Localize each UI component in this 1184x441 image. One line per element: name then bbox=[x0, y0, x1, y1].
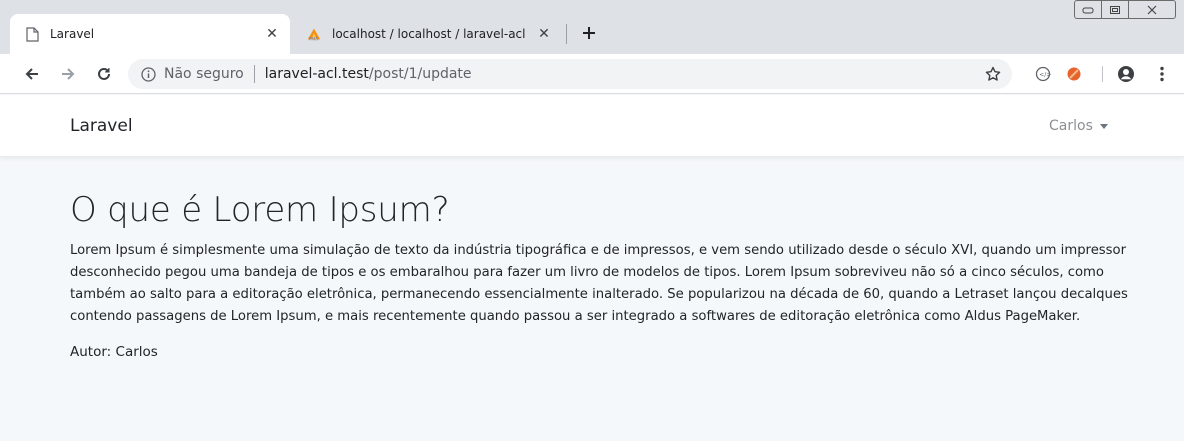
back-button[interactable] bbox=[20, 62, 44, 86]
forward-button[interactable] bbox=[56, 62, 80, 86]
svg-text:</>: </> bbox=[1039, 72, 1051, 79]
post-title: O que é Lorem Ipsum? bbox=[70, 190, 450, 230]
brand-link[interactable]: Laravel bbox=[70, 116, 133, 136]
caret-down-icon bbox=[1099, 124, 1108, 129]
bookmark-star-icon[interactable] bbox=[984, 65, 1002, 83]
reload-icon bbox=[98, 67, 110, 80]
window-close-button[interactable] bbox=[1128, 0, 1176, 19]
post-content: O que é Lorem Ipsum? Lorem Ipsum é simpl… bbox=[70, 188, 1130, 360]
colorzilla-extension-icon[interactable] bbox=[1064, 64, 1084, 84]
browser-toolbar: Não seguro laravel-acl.test/post/1/updat… bbox=[0, 54, 1184, 94]
tab-phpmyadmin[interactable]: PMA localhost / localhost / laravel-acl … bbox=[292, 14, 562, 54]
page-icon bbox=[24, 26, 40, 42]
menu-dots-icon[interactable] bbox=[1152, 64, 1172, 84]
maximize-icon bbox=[1110, 5, 1120, 14]
tab-divider bbox=[566, 24, 567, 44]
tab-title: localhost / localhost / laravel-acl bbox=[332, 27, 526, 41]
post-body: Lorem Ipsum é simplesmente uma simulação… bbox=[70, 243, 1128, 324]
toolbar-divider bbox=[1102, 66, 1103, 82]
url-path: /post/1/update bbox=[368, 66, 472, 82]
arrow-left-icon bbox=[25, 68, 38, 80]
phpmyadmin-icon: PMA bbox=[306, 26, 322, 42]
author-name: Carlos bbox=[115, 344, 158, 360]
address-bar[interactable]: Não seguro laravel-acl.test/post/1/updat… bbox=[128, 59, 1012, 89]
user-name: Carlos bbox=[1049, 118, 1093, 134]
post-author: Autor: Carlos bbox=[70, 344, 1130, 360]
minimize-button[interactable] bbox=[1074, 0, 1102, 19]
arrow-right-icon bbox=[62, 68, 75, 80]
extension-icon[interactable]: </> bbox=[1033, 64, 1053, 84]
tab-strip: Laravel ✕ PMA localhost / localhost / la… bbox=[0, 0, 1184, 54]
minimize-icon bbox=[1082, 7, 1094, 13]
close-tab-icon[interactable]: ✕ bbox=[534, 24, 554, 44]
security-label: Não seguro bbox=[164, 66, 244, 82]
user-dropdown[interactable]: Carlos bbox=[1049, 118, 1108, 134]
author-label: Autor: bbox=[70, 344, 112, 360]
close-icon bbox=[1147, 5, 1157, 14]
address-divider bbox=[253, 65, 255, 83]
reload-button[interactable] bbox=[92, 62, 116, 86]
maximize-button[interactable] bbox=[1101, 0, 1129, 19]
account-icon[interactable] bbox=[1116, 64, 1136, 84]
url-host: laravel-acl.test bbox=[264, 66, 369, 82]
close-tab-icon[interactable]: ✕ bbox=[262, 24, 282, 44]
tab-laravel[interactable]: Laravel ✕ bbox=[10, 14, 290, 54]
tab-title: Laravel bbox=[50, 27, 95, 41]
plus-icon bbox=[583, 27, 595, 39]
svg-text:PMA: PMA bbox=[309, 37, 319, 42]
app-navbar: Laravel Carlos bbox=[0, 95, 1184, 157]
info-icon[interactable] bbox=[140, 66, 156, 82]
new-tab-button[interactable] bbox=[576, 20, 602, 46]
